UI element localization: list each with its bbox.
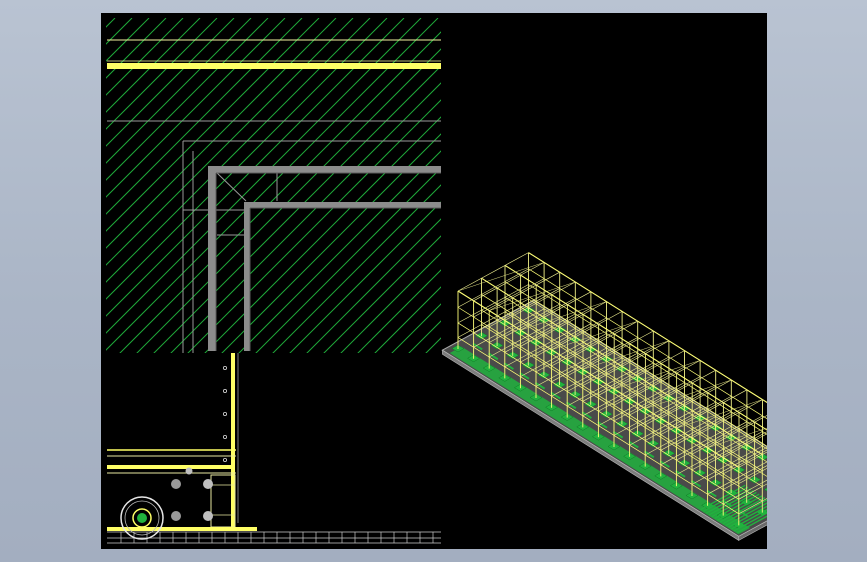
profile-inner-edges xyxy=(215,172,441,351)
foundation-slab xyxy=(441,299,767,541)
steel-profile-inner xyxy=(244,202,441,351)
steel-profile-outer xyxy=(208,166,441,351)
bolt-plate xyxy=(171,467,236,528)
base-beam xyxy=(107,527,441,544)
bolt-column xyxy=(223,365,228,462)
isometric-frame-view xyxy=(441,252,767,541)
horizontal-rails xyxy=(107,449,236,474)
cad-drawing xyxy=(106,18,767,544)
pipe-section xyxy=(120,496,164,540)
cad-model-viewport[interactable] xyxy=(101,13,767,549)
